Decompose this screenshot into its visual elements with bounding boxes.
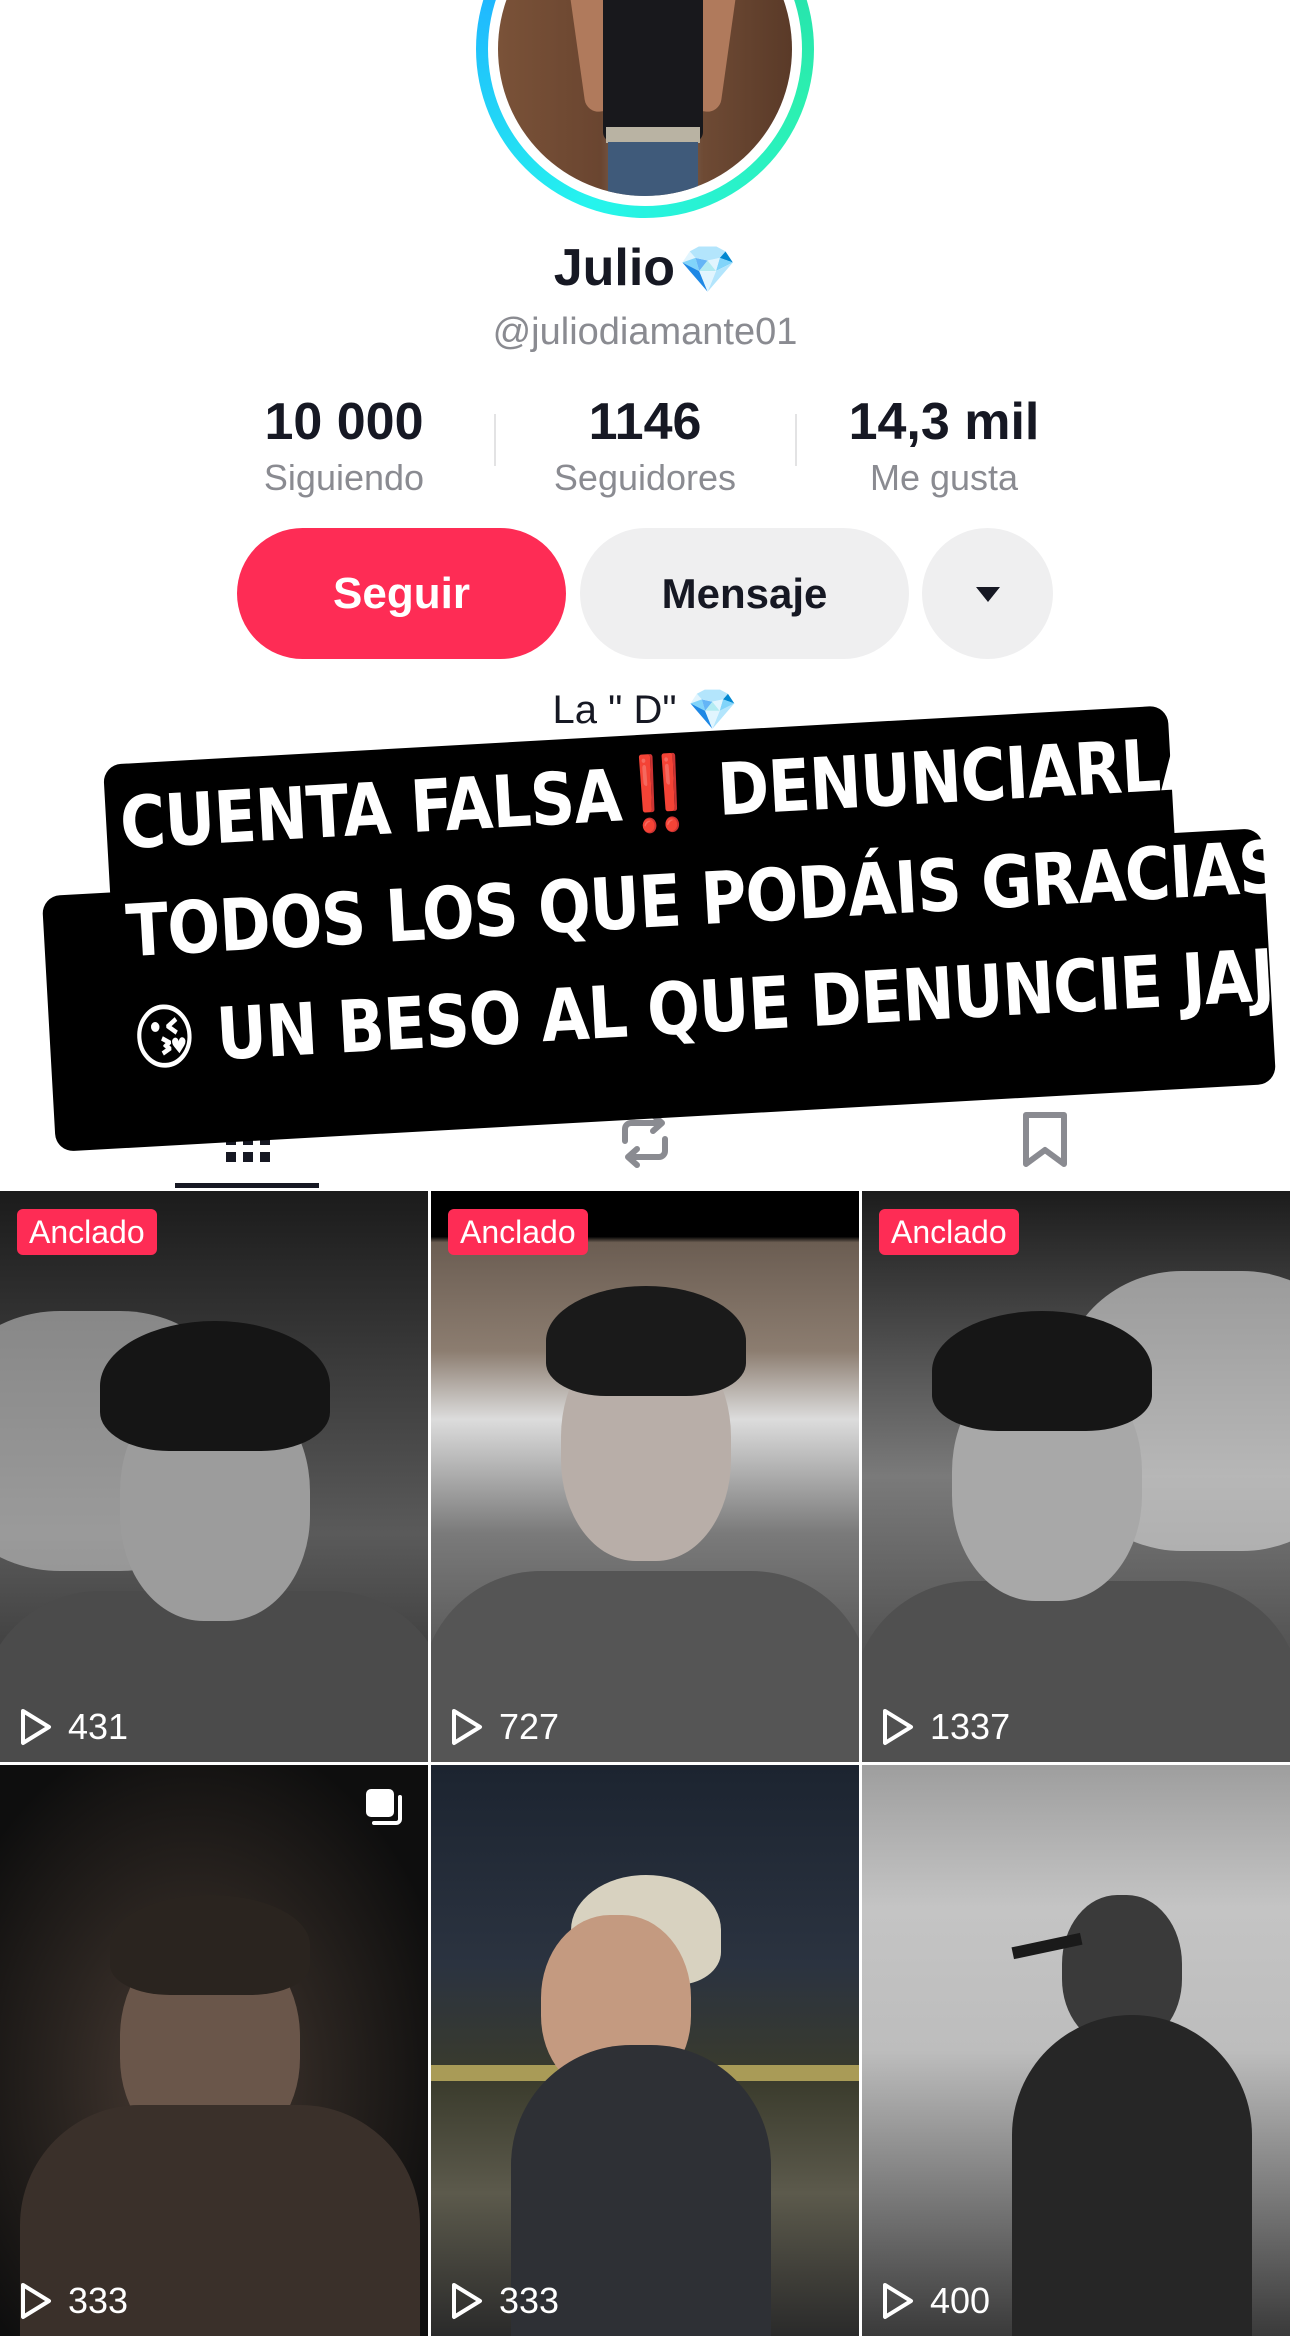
video-thumbnail[interactable]: Anclado 1337 xyxy=(862,1191,1290,1762)
play-icon xyxy=(452,2283,482,2319)
view-count-value: 333 xyxy=(68,2280,129,2321)
view-count-value: 1337 xyxy=(930,1706,1011,1747)
play-icon xyxy=(883,2283,913,2319)
bookmark-icon xyxy=(1023,1112,1067,1167)
play-icon xyxy=(883,1709,913,1745)
message-button[interactable]: Mensaje xyxy=(580,528,909,659)
view-count: 431 xyxy=(18,1706,128,1748)
video-thumbnail[interactable]: Anclado 727 xyxy=(431,1191,859,1762)
caret-down-icon xyxy=(975,586,1000,602)
avatar-belt xyxy=(606,127,700,143)
view-count: 400 xyxy=(880,2280,990,2322)
avatar-photo xyxy=(498,0,792,196)
caption-text: CUENTA FALSA xyxy=(117,753,624,866)
stat-likes[interactable]: 14,3 mil Me gusta xyxy=(794,388,1094,500)
profile-name: Julio💎 xyxy=(0,233,1290,304)
pinned-badge: Anclado xyxy=(879,1209,1019,1255)
follow-button[interactable]: Seguir xyxy=(237,528,566,659)
grid-divider xyxy=(859,1191,862,2294)
view-count: 1337 xyxy=(880,1706,1010,1748)
multi-photo-icon xyxy=(362,1785,406,1834)
caption-overlay: CUENTA FALSA‼️ DENUNCIARLA TODOS LOS QUE… xyxy=(117,711,1290,1093)
jacket-shape xyxy=(1012,2015,1252,2336)
active-tab-indicator xyxy=(175,1183,319,1188)
double-exclamation-icon: ‼️ xyxy=(618,749,700,838)
video-thumbnail[interactable]: Anclado 431 xyxy=(0,1191,428,1762)
hair-shape xyxy=(100,1321,330,1451)
caption-text: DENUNCIARLA xyxy=(694,720,1209,834)
stat-likes-label: Me gusta xyxy=(869,457,1019,498)
play-icon xyxy=(21,2283,51,2319)
view-count-value: 333 xyxy=(499,2280,560,2321)
avatar[interactable] xyxy=(476,0,814,218)
video-thumbnail[interactable]: 400 xyxy=(862,1765,1290,2336)
view-count: 727 xyxy=(449,1706,559,1748)
avatar-border xyxy=(488,0,802,206)
diamond-icon: 💎 xyxy=(679,243,737,295)
grid-divider xyxy=(0,1762,1290,1765)
view-count: 333 xyxy=(449,2280,559,2322)
play-icon xyxy=(452,1709,482,1745)
view-count-value: 400 xyxy=(930,2280,991,2321)
stat-following[interactable]: 10 000 Siguiendo xyxy=(194,388,494,500)
view-count-value: 727 xyxy=(499,1706,560,1747)
view-count: 333 xyxy=(18,2280,128,2322)
play-icon xyxy=(21,1709,51,1745)
hair-shape xyxy=(546,1286,746,1396)
tab-saved[interactable] xyxy=(970,1090,1120,1190)
stat-following-value: 10 000 xyxy=(264,393,424,451)
view-count-value: 431 xyxy=(68,1706,129,1747)
profile-username: @juliodiamante01 xyxy=(492,311,798,353)
stat-followers[interactable]: 1146 Seguidores xyxy=(495,388,795,500)
more-options-button[interactable] xyxy=(922,528,1053,659)
video-grid: Anclado 431 Anclado 727 Anclado 1337 333… xyxy=(0,1191,1290,2336)
hair-shape xyxy=(932,1311,1152,1431)
avatar-jeans xyxy=(608,142,698,196)
grid-divider xyxy=(428,1191,431,2294)
stat-followers-label: Seguidores xyxy=(553,457,737,498)
stat-following-label: Siguiendo xyxy=(263,457,425,498)
stat-followers-value: 1146 xyxy=(588,393,702,451)
hair-shape xyxy=(110,1895,310,1995)
video-thumbnail[interactable]: 333 xyxy=(0,1765,428,2336)
pinned-badge: Anclado xyxy=(17,1209,157,1255)
video-thumbnail[interactable]: 333 xyxy=(431,1765,859,2336)
avatar-torso xyxy=(603,0,703,142)
stat-likes-value: 14,3 mil xyxy=(848,393,1040,451)
profile-name-text: Julio xyxy=(553,239,676,297)
pinned-badge: Anclado xyxy=(448,1209,588,1255)
